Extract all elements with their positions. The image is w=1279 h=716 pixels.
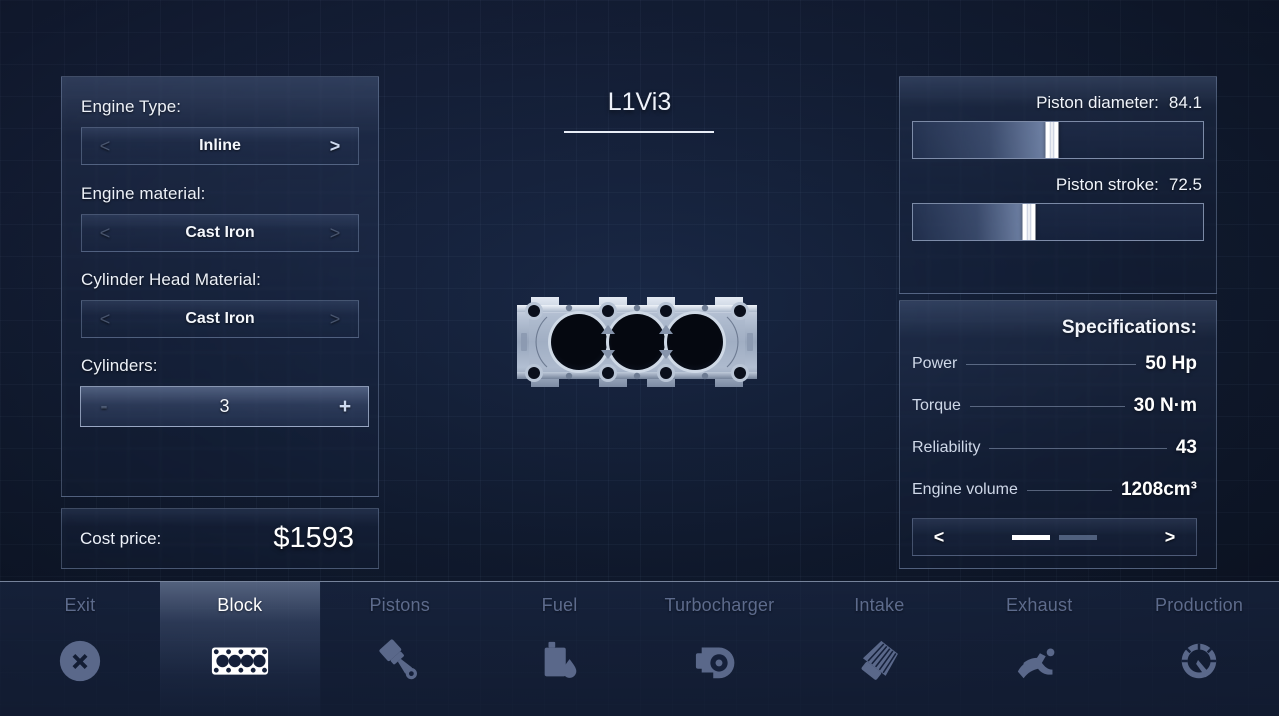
spec-value-torque: 30 N·m: [1133, 395, 1197, 416]
cylinders-stepper[interactable]: - 3 +: [80, 386, 369, 427]
nav-label-block: Block: [217, 595, 263, 615]
nav-label-turbocharger: Turbocharger: [664, 595, 775, 615]
cost-price-value: $1593: [273, 522, 354, 554]
nav-label-production: Production: [1155, 595, 1244, 615]
engine-config-panel: Engine Type: < Inline > Engine material:…: [61, 76, 379, 497]
nav-item-pistons[interactable]: Pistons: [320, 582, 480, 716]
nav-item-production[interactable]: Production: [1119, 582, 1279, 716]
spec-row-power: Power 50 Hp: [912, 343, 1197, 385]
piston-diameter-value: 84.1: [1168, 93, 1202, 112]
engine-material-label: Engine material:: [81, 184, 206, 203]
cylinder-head-material-label: Cylinder Head Material:: [81, 270, 261, 289]
spec-name-engine-volume: Engine volume: [912, 481, 1018, 498]
piston-diameter-slider[interactable]: [912, 121, 1204, 159]
spec-name-power: Power: [912, 355, 958, 372]
nav-label-fuel: Fuel: [541, 595, 578, 615]
engine-material-value: Cast Iron: [185, 224, 255, 241]
spec-name-reliability: Reliability: [912, 439, 981, 456]
nav-item-block[interactable]: Block: [159, 582, 320, 716]
field-cylinders: Cylinders: - 3 +: [80, 356, 369, 427]
field-engine-material: Engine material: < Cast Iron >: [81, 184, 359, 252]
air-filter-icon: [847, 633, 911, 689]
nav-label-intake: Intake: [854, 595, 905, 615]
exhaust-icon: [1007, 633, 1071, 689]
engine-material-selector[interactable]: < Cast Iron >: [81, 214, 359, 252]
nav-label-exit: Exit: [64, 595, 96, 615]
cylinder-head-material-value: Cast Iron: [185, 310, 255, 327]
cost-price-panel: Cost price: $1593: [61, 508, 379, 569]
spec-leader-line: [966, 363, 1137, 365]
engine-type-selector[interactable]: < Inline >: [81, 127, 359, 165]
cylinder-head-material-prev-arrow[interactable]: <: [82, 309, 128, 330]
spec-leader-line: [989, 447, 1167, 449]
engine-block-icon: [208, 633, 272, 689]
specifications-prev-page-arrow[interactable]: <: [913, 527, 965, 548]
spec-value-engine-volume: 1208cm³: [1120, 479, 1197, 500]
piston-stroke-label-row: Piston stroke: 72.5: [912, 175, 1204, 195]
nav-item-turbocharger[interactable]: Turbocharger: [640, 582, 800, 716]
engine-block-3d-render: [507, 283, 767, 401]
cylinders-label: Cylinders:: [81, 356, 158, 375]
spec-row-torque: Torque 30 N·m: [912, 385, 1197, 427]
spec-value-reliability: 43: [1175, 437, 1197, 458]
piston-icon: [368, 633, 432, 689]
piston-diameter-slider-fill: [913, 122, 1053, 158]
bottom-navigation-bar: Exit Block Pistons Fuel Turbocharger Int…: [0, 581, 1279, 716]
engine-material-prev-arrow[interactable]: <: [82, 223, 128, 244]
page-dot-1[interactable]: [1012, 534, 1050, 540]
nav-item-intake[interactable]: Intake: [799, 582, 959, 716]
gauge-icon: [1167, 633, 1231, 689]
spec-leader-line: [969, 405, 1125, 407]
page-dot-2[interactable]: [1059, 534, 1097, 540]
piston-stroke-value: 72.5: [1168, 175, 1202, 194]
spec-row-engine-volume: Engine volume 1208cm³: [912, 469, 1197, 511]
piston-diameter-control: Piston diameter: 84.1: [912, 93, 1204, 159]
cylinders-decrement-button[interactable]: -: [81, 395, 127, 419]
specifications-next-page-arrow[interactable]: >: [1144, 527, 1196, 548]
engine-type-prev-arrow[interactable]: <: [82, 136, 128, 157]
piston-stroke-slider-handle[interactable]: [1022, 204, 1036, 240]
piston-stroke-label: Piston stroke:: [1055, 175, 1159, 194]
spec-name-torque: Torque: [912, 397, 961, 414]
nav-item-exhaust[interactable]: Exhaust: [959, 582, 1119, 716]
nav-item-exit[interactable]: Exit: [0, 582, 160, 716]
piston-diameter-label: Piston diameter:: [1036, 93, 1159, 112]
spec-leader-line: [1026, 489, 1112, 491]
nav-label-pistons: Pistons: [369, 595, 430, 615]
field-engine-type: Engine Type: < Inline >: [81, 97, 359, 165]
cylinder-head-material-selector[interactable]: < Cast Iron >: [81, 300, 359, 338]
engine-type-label: Engine Type:: [81, 97, 182, 116]
cylinder-head-material-next-arrow[interactable]: >: [312, 309, 358, 330]
field-cylinder-head-material: Cylinder Head Material: < Cast Iron >: [81, 270, 359, 338]
spec-value-power: 50 Hp: [1145, 353, 1197, 374]
specifications-pager[interactable]: < >: [912, 518, 1197, 556]
piston-dimensions-panel: Piston diameter: 84.1 Piston stroke: 72.5: [899, 76, 1217, 294]
engine-material-next-arrow[interactable]: >: [312, 223, 358, 244]
nav-item-fuel[interactable]: Fuel: [480, 582, 640, 716]
piston-stroke-slider[interactable]: [912, 203, 1204, 241]
specifications-title: Specifications:: [1061, 317, 1197, 338]
cylinders-increment-button[interactable]: +: [322, 395, 368, 419]
specifications-page-dots: [965, 534, 1144, 540]
exit-icon: [48, 633, 112, 689]
turbocharger-icon: [687, 633, 751, 689]
engine-type-next-arrow[interactable]: >: [312, 136, 358, 157]
fuel-icon: [528, 633, 592, 689]
specifications-panel: Specifications: Power 50 Hp Torque 30 N·…: [899, 300, 1217, 569]
engine-builder-screen: L1Vi3 Engine Type: < Inline > Engine mat…: [0, 0, 1279, 716]
cylinders-value: 3: [219, 396, 230, 416]
spec-row-reliability: Reliability 43: [912, 427, 1197, 469]
piston-stroke-control: Piston stroke: 72.5: [912, 175, 1204, 241]
engine-type-value: Inline: [199, 137, 241, 154]
piston-stroke-slider-fill: [913, 204, 1029, 240]
nav-label-exhaust: Exhaust: [1005, 595, 1073, 615]
piston-diameter-label-row: Piston diameter: 84.1: [912, 93, 1204, 113]
cost-price-label: Cost price:: [80, 528, 162, 548]
title-underline: [564, 131, 714, 133]
piston-diameter-slider-handle[interactable]: [1045, 122, 1059, 158]
